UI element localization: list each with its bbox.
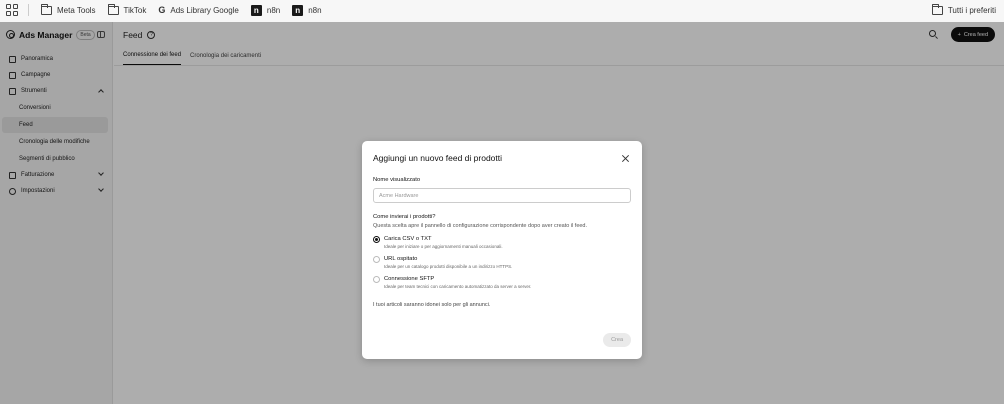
- option-title: URL ospitato: [384, 256, 418, 262]
- question-description: Questa scelta apre il pannello di config…: [373, 223, 588, 229]
- create-button[interactable]: Crea: [603, 333, 631, 347]
- apps-grid-icon[interactable]: [6, 4, 18, 16]
- google-icon: G: [158, 5, 166, 15]
- option-description: Ideale per un catalogo prodotti disponib…: [384, 264, 513, 269]
- n8n-icon: n: [250, 4, 262, 16]
- bookmarks-bar: Meta Tools TikTok G Ads Library Google n…: [0, 0, 1004, 20]
- option-hosted-url[interactable]: URL ospitato Ideale per un catalogo prod…: [373, 256, 631, 269]
- dialog-title: Aggiungi un nuovo feed di prodotti: [373, 153, 503, 163]
- name-field-label: Nome visualizzato: [373, 177, 421, 183]
- bookmark-tiktok[interactable]: TikTok: [107, 3, 147, 15]
- bookmark-n8n-1[interactable]: n n8n: [250, 4, 281, 16]
- option-title: Connessione SFTP: [384, 276, 435, 282]
- radio-button[interactable]: [373, 256, 380, 263]
- radio-button-selected[interactable]: [373, 236, 380, 243]
- all-bookmarks-label: Tutti i preferiti: [947, 5, 996, 15]
- bookmark-label: n8n: [266, 5, 281, 15]
- folder-icon: [41, 3, 52, 15]
- all-bookmarks[interactable]: Tutti i preferiti: [931, 0, 996, 20]
- eligibility-note: I tuoi articoli saranno idonei solo per …: [373, 302, 491, 308]
- bookmark-meta-tools[interactable]: Meta Tools: [41, 3, 96, 15]
- bookmarks-divider: [28, 4, 29, 16]
- name-input[interactable]: [373, 188, 631, 203]
- bookmark-label: Meta Tools: [57, 5, 96, 15]
- close-icon[interactable]: [622, 155, 629, 162]
- option-csv-txt[interactable]: Carica CSV o TXT Ideale per iniziare o p…: [373, 236, 631, 249]
- bookmark-label: Ads Library Google: [170, 5, 239, 15]
- add-feed-dialog: Aggiungi un nuovo feed di prodotti Nome …: [362, 141, 642, 359]
- option-description: Ideale per iniziare o per aggiornamenti …: [384, 244, 503, 249]
- option-sftp[interactable]: Connessione SFTP Ideale per team tecnici…: [373, 276, 631, 289]
- n8n-icon: n: [292, 4, 304, 16]
- bookmark-label: n8n: [308, 5, 322, 15]
- radio-button[interactable]: [373, 276, 380, 283]
- question-label: Come invierai i prodotti?: [373, 214, 436, 220]
- folder-icon: [931, 3, 943, 15]
- option-description: Ideale per team tecnici con caricamento …: [384, 284, 532, 289]
- bookmark-n8n-2[interactable]: n n8n: [292, 4, 322, 16]
- bookmark-label: TikTok: [123, 5, 147, 15]
- option-title: Carica CSV o TXT: [384, 236, 432, 242]
- folder-icon: [107, 3, 119, 15]
- bookmark-ads-library-google[interactable]: G Ads Library Google: [158, 5, 239, 15]
